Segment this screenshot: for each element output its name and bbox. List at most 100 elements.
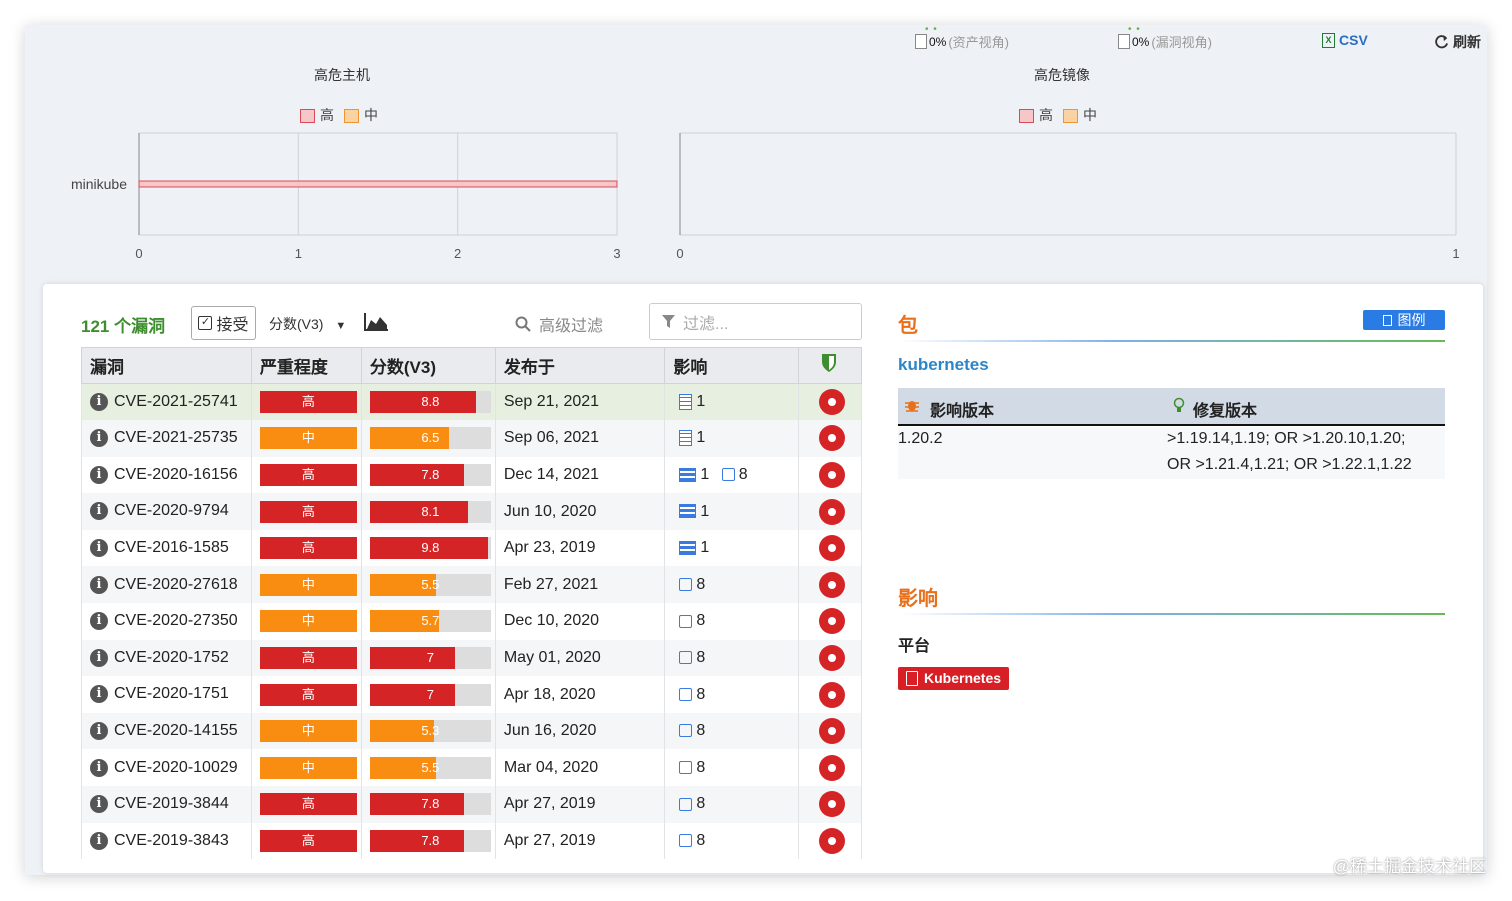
package-name[interactable]: kubernetes — [898, 355, 989, 375]
impact-cell[interactable]: 8 — [664, 712, 800, 750]
info-icon[interactable]: i — [90, 795, 108, 814]
table-row[interactable]: i CVE-2021-25741 高 8.8 Sep 21, 2021 1 — [81, 383, 862, 421]
stop-icon[interactable] — [819, 535, 846, 562]
impact-cell[interactable]: 1 8 — [664, 456, 800, 494]
table-row[interactable]: i CVE-2020-27350 中 5.7 Dec 10, 2020 8 — [81, 603, 862, 640]
cve-id[interactable]: CVE-2016-1585 — [114, 539, 229, 556]
score-version-dropdown[interactable]: 分数(V3) ▼ — [269, 314, 346, 334]
impact-cell[interactable]: 8 — [664, 566, 800, 604]
stop-icon[interactable] — [819, 461, 846, 488]
pdf-export-vuln-button[interactable]: • • 0% (漏洞视角) — [1118, 24, 1212, 51]
cve-cell[interactable]: i CVE-2019-3843 — [81, 822, 252, 860]
table-row[interactable]: i CVE-2020-16156 高 7.8 Dec 14, 2021 1 8 — [81, 456, 862, 494]
legend-button[interactable]: 图例 — [1363, 310, 1445, 330]
cve-id[interactable]: CVE-2021-25741 — [114, 393, 238, 410]
info-icon[interactable]: i — [90, 392, 108, 411]
info-icon[interactable]: i — [90, 722, 108, 741]
table-row[interactable]: i CVE-2019-3844 高 7.8 Apr 27, 2019 8 — [81, 786, 862, 823]
info-icon[interactable]: i — [90, 831, 108, 850]
table-row[interactable]: i CVE-2020-27618 中 5.5 Feb 27, 2021 8 — [81, 566, 862, 604]
cve-cell[interactable]: i CVE-2021-25735 — [81, 420, 252, 457]
cve-cell[interactable]: i CVE-2021-25741 — [81, 383, 252, 421]
info-icon[interactable]: i — [90, 502, 108, 521]
column-header-published[interactable]: 发布于 — [494, 347, 666, 384]
legend-item-high[interactable]: 高 — [300, 105, 334, 125]
impact-cell[interactable]: 8 — [664, 749, 800, 787]
cve-id[interactable]: CVE-2020-16156 — [114, 466, 238, 483]
kubernetes-badge[interactable]: Kubernetes — [898, 667, 1010, 690]
cve-cell[interactable]: i CVE-2016-1585 — [81, 529, 252, 567]
refresh-button[interactable]: 刷新 — [1434, 32, 1481, 52]
cve-cell[interactable]: i CVE-2020-27618 — [81, 566, 252, 604]
cve-id[interactable]: CVE-2021-25735 — [114, 430, 238, 447]
table-row[interactable]: i CVE-2020-10029 中 5.5 Mar 04, 2020 8 — [81, 749, 862, 787]
info-icon[interactable]: i — [90, 575, 108, 594]
stop-icon[interactable] — [819, 644, 846, 671]
filter-input[interactable]: 过滤... — [649, 303, 862, 340]
table-row[interactable]: i CVE-2019-3843 高 7.8 Apr 27, 2019 8 — [81, 822, 862, 860]
info-icon[interactable]: i — [90, 429, 108, 448]
advanced-filter-button[interactable]: 高级过滤 — [515, 312, 603, 336]
table-row[interactable]: i CVE-2020-1751 高 7 Apr 18, 2020 8 — [81, 676, 862, 713]
stop-icon[interactable] — [819, 827, 846, 854]
cve-cell[interactable]: i CVE-2020-27350 — [81, 603, 252, 640]
table-row[interactable]: i CVE-2020-9794 高 8.1 Jun 10, 2020 1 — [81, 493, 862, 530]
cve-id[interactable]: CVE-2020-14155 — [114, 722, 238, 739]
impact-cell[interactable]: 8 — [664, 786, 800, 823]
impact-cell[interactable]: 1 — [664, 420, 800, 457]
impact-cell[interactable]: 8 — [664, 639, 800, 677]
stop-icon[interactable] — [819, 425, 846, 452]
stop-icon[interactable] — [819, 498, 846, 525]
cve-cell[interactable]: i CVE-2020-9794 — [81, 493, 252, 530]
cve-id[interactable]: CVE-2020-1752 — [114, 649, 229, 666]
column-header-impact[interactable]: 影响 — [664, 347, 800, 384]
cve-cell[interactable]: i CVE-2020-10029 — [81, 749, 252, 787]
impact-cell[interactable]: 1 — [664, 529, 800, 567]
stop-icon[interactable] — [819, 608, 846, 635]
legend-item-high[interactable]: 高 — [1019, 105, 1053, 125]
impact-cell[interactable]: 1 — [664, 493, 800, 530]
cve-id[interactable]: CVE-2019-3843 — [114, 832, 229, 849]
cve-id[interactable]: CVE-2020-9794 — [114, 503, 229, 520]
info-icon[interactable]: i — [90, 612, 108, 631]
pdf-export-asset-button[interactable]: • • 0% (资产视角) — [915, 24, 1009, 51]
cve-cell[interactable]: i CVE-2020-16156 — [81, 456, 252, 494]
legend-item-mid[interactable]: 中 — [344, 105, 378, 125]
stop-icon[interactable] — [819, 718, 846, 745]
legend-item-mid[interactable]: 中 — [1063, 105, 1097, 125]
stop-icon[interactable] — [819, 571, 846, 598]
area-chart-icon[interactable] — [363, 312, 389, 332]
info-icon[interactable]: i — [90, 685, 108, 704]
column-header-score[interactable]: 分数(V3) — [360, 347, 496, 384]
accept-button[interactable]: ✓ 接受 — [191, 306, 256, 340]
stop-icon[interactable] — [819, 791, 846, 818]
stop-icon[interactable] — [819, 389, 846, 416]
stop-icon[interactable] — [819, 754, 846, 781]
cve-id[interactable]: CVE-2020-10029 — [114, 759, 238, 776]
info-icon[interactable]: i — [90, 465, 108, 484]
info-icon[interactable]: i — [90, 758, 108, 777]
cve-cell[interactable]: i CVE-2020-1751 — [81, 676, 252, 713]
cve-id[interactable]: CVE-2020-27618 — [114, 576, 238, 593]
cve-id[interactable]: CVE-2020-1751 — [114, 686, 229, 703]
impact-count: 8 — [696, 648, 706, 666]
impact-cell[interactable]: 8 — [664, 603, 800, 640]
cve-cell[interactable]: i CVE-2020-14155 — [81, 712, 252, 750]
info-icon[interactable]: i — [90, 539, 108, 558]
impact-cell[interactable]: 8 — [664, 822, 800, 860]
table-row[interactable]: i CVE-2020-14155 中 5.3 Jun 16, 2020 8 — [81, 712, 862, 750]
column-header-severity[interactable]: 严重程度 — [250, 347, 362, 384]
csv-export-button[interactable]: X CSV — [1322, 32, 1368, 48]
column-header-cve[interactable]: 漏洞 — [81, 347, 252, 384]
impact-cell[interactable]: 8 — [664, 676, 800, 713]
table-row[interactable]: i CVE-2021-25735 中 6.5 Sep 06, 2021 1 — [81, 420, 862, 457]
table-row[interactable]: i CVE-2016-1585 高 9.8 Apr 23, 2019 1 — [81, 529, 862, 567]
cve-id[interactable]: CVE-2020-27350 — [114, 612, 238, 629]
impact-cell[interactable]: 1 — [664, 383, 800, 421]
stop-icon[interactable] — [819, 681, 846, 708]
info-icon[interactable]: i — [90, 648, 108, 667]
cve-id[interactable]: CVE-2019-3844 — [114, 795, 229, 812]
table-row[interactable]: i CVE-2020-1752 高 7 May 01, 2020 8 — [81, 639, 862, 677]
cve-cell[interactable]: i CVE-2019-3844 — [81, 786, 252, 823]
cve-cell[interactable]: i CVE-2020-1752 — [81, 639, 252, 677]
